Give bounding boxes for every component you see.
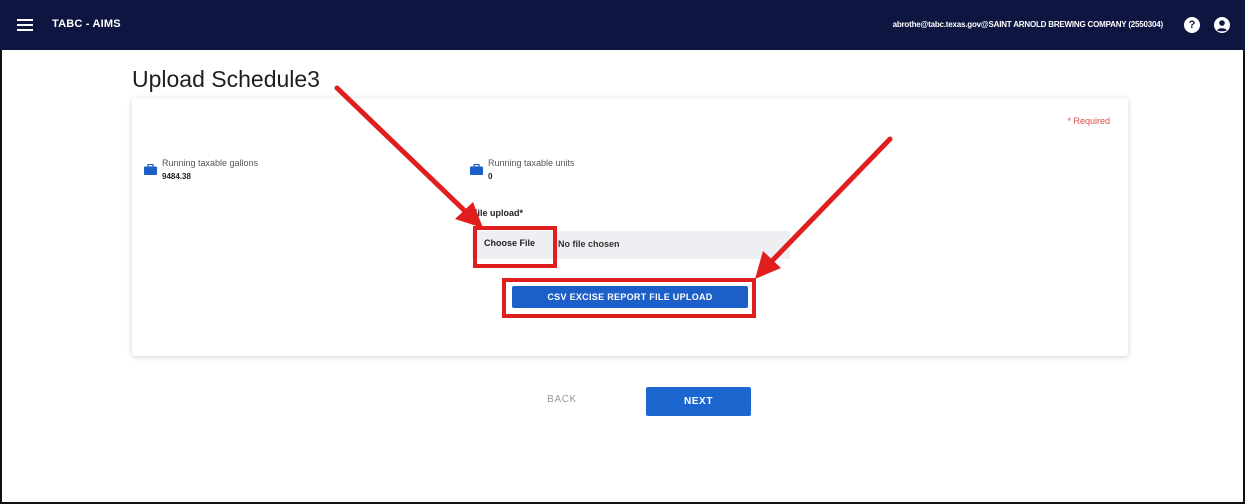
annotation-arrows <box>334 85 893 279</box>
annotation-arrow <box>767 136 893 266</box>
annotation-arrow <box>334 85 469 215</box>
